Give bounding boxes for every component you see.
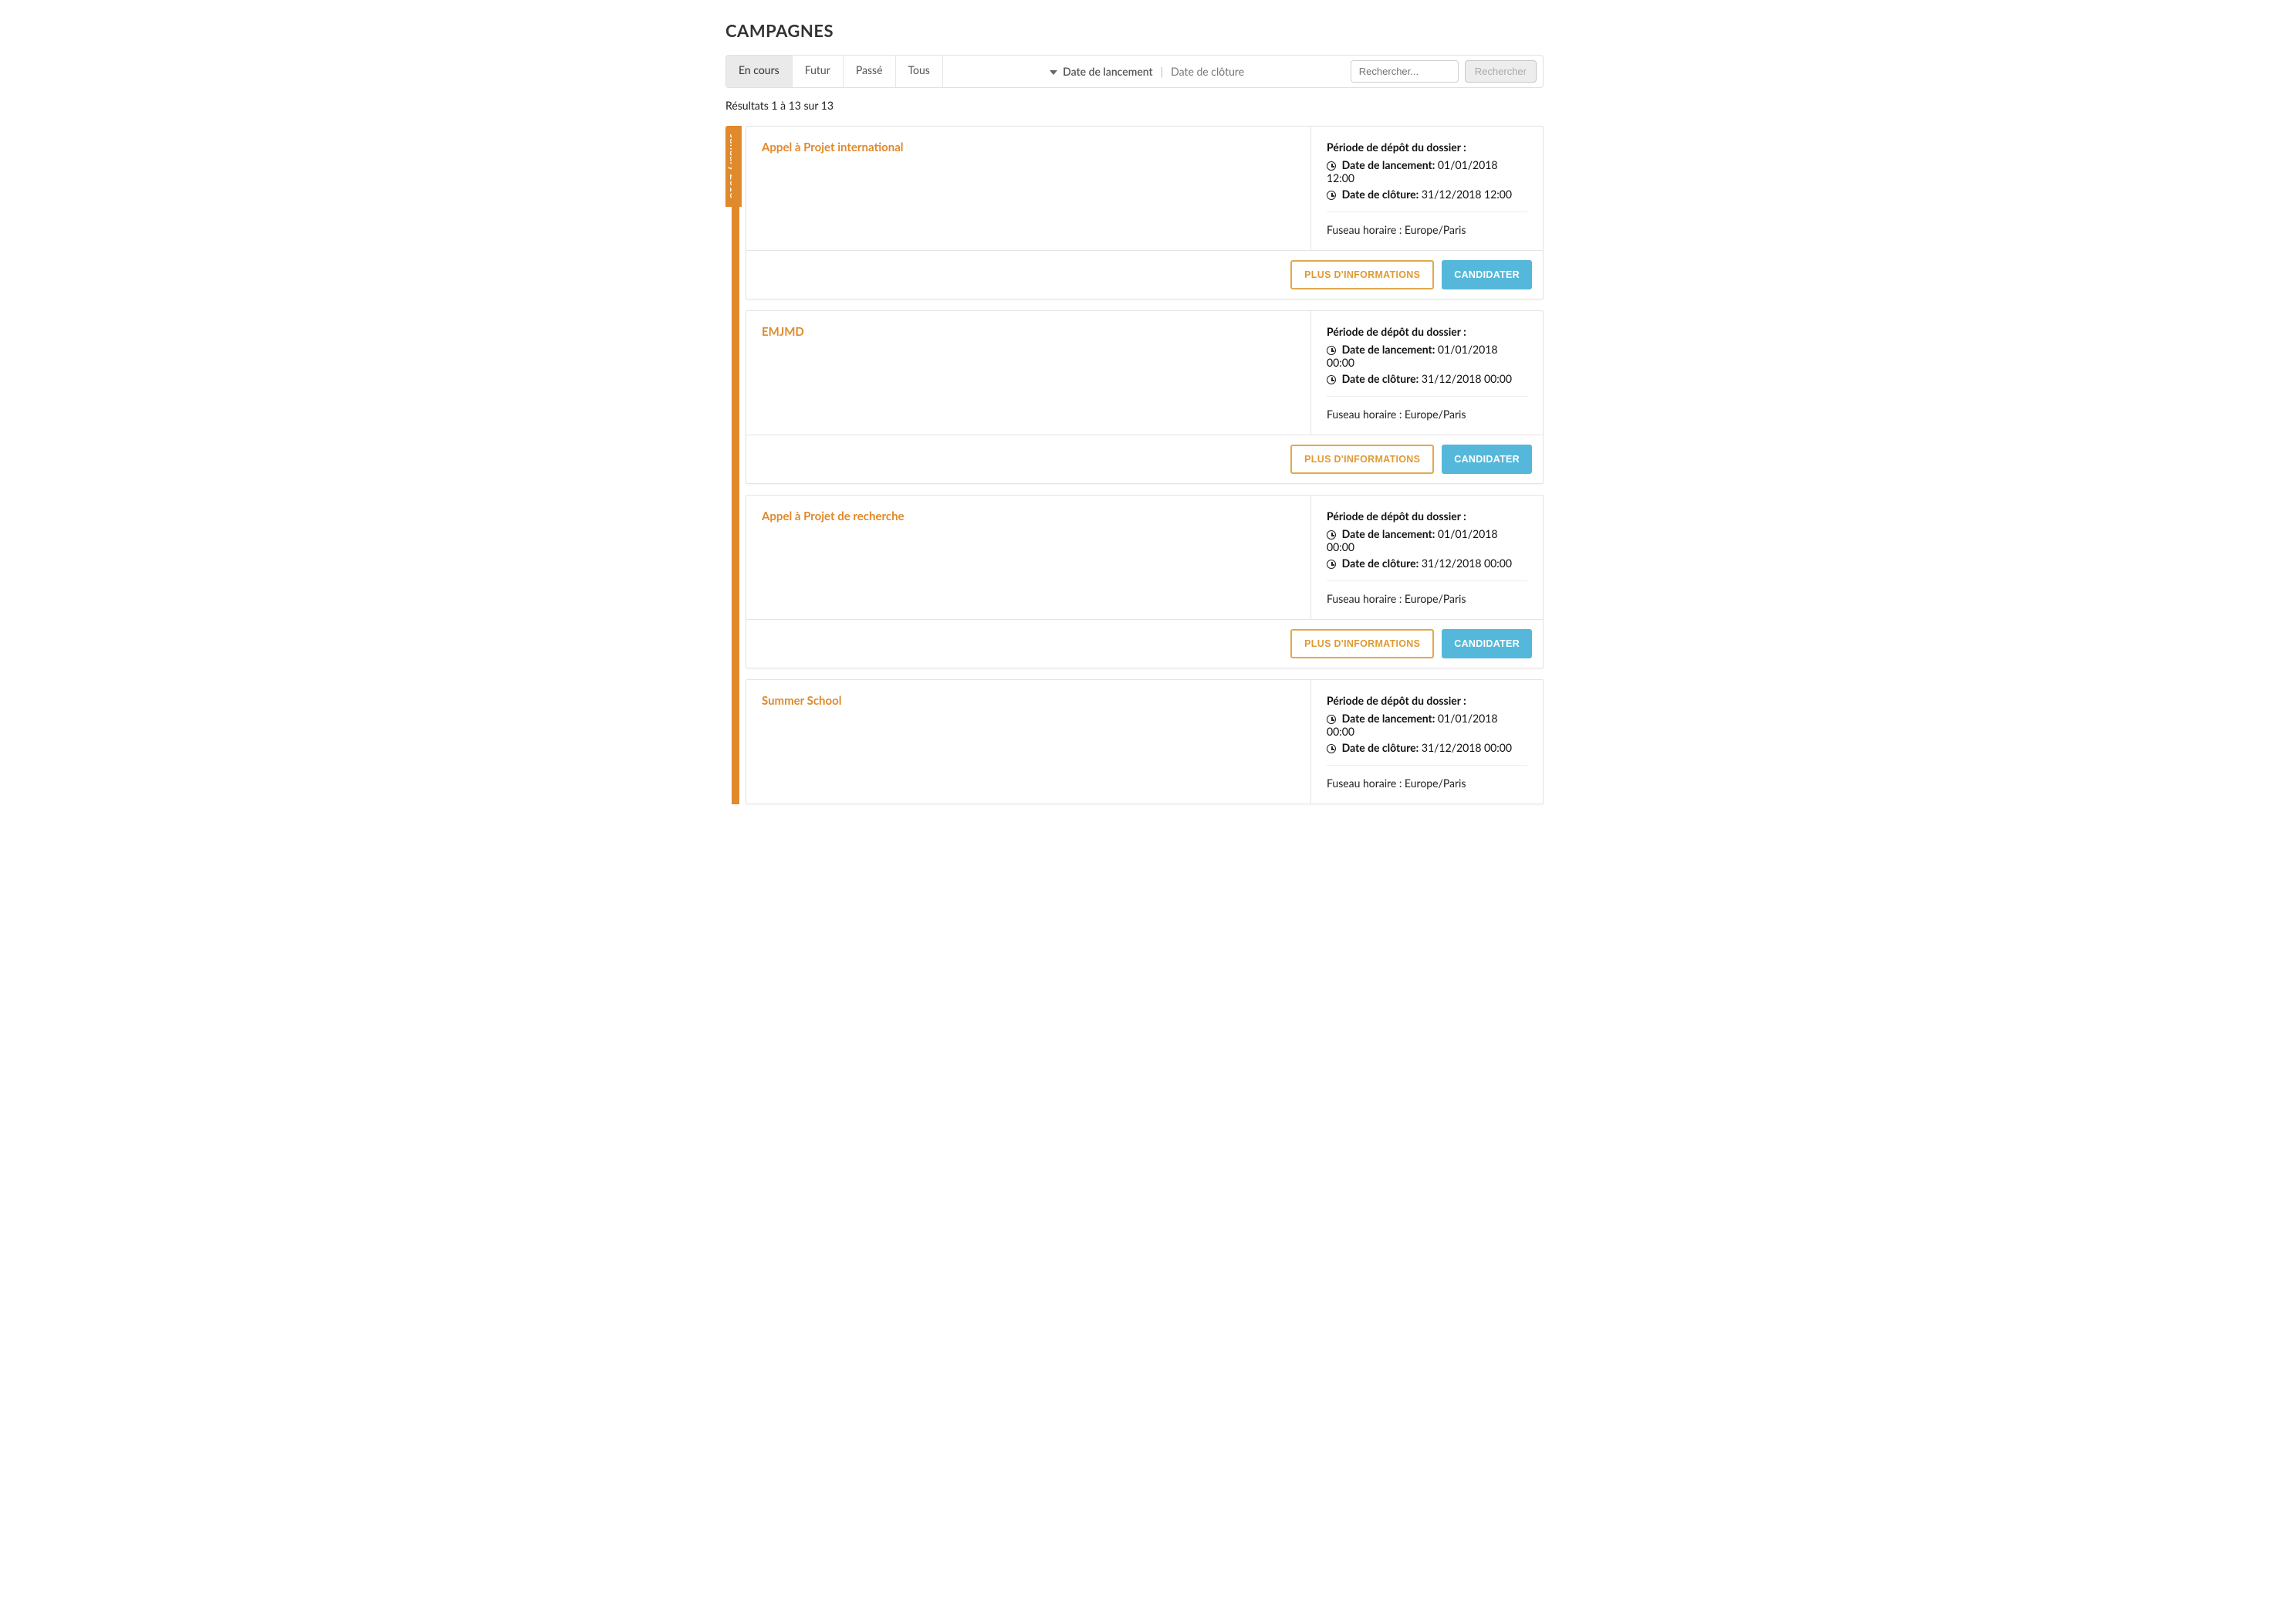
search-button[interactable]: Rechercher xyxy=(1465,60,1537,83)
close-date-value: 31/12/2018 12:00 xyxy=(1422,188,1512,201)
campaign-card: Appel à Projet de recherche Période de d… xyxy=(746,495,1544,668)
timezone-row: Fuseau horaire : Europe/Paris xyxy=(1327,223,1527,236)
sort-divider: | xyxy=(1159,65,1165,78)
campaign-card-info: Période de dépôt du dossier : Date de la… xyxy=(1311,127,1543,250)
campaign-title[interactable]: Summer School xyxy=(762,694,1295,708)
launch-date-label: Date de lancement: xyxy=(1342,343,1435,356)
sort-controls: Date de lancement | Date de clôture xyxy=(943,56,1351,87)
launch-date-label: Date de lancement: xyxy=(1342,712,1435,725)
campaign-title[interactable]: EMJMD xyxy=(762,325,1295,339)
sort-close[interactable]: Date de clôture xyxy=(1171,65,1244,78)
search-area: Rechercher xyxy=(1351,56,1543,87)
more-info-button[interactable]: PLUS D'INFORMATIONS xyxy=(1290,629,1434,658)
timezone-row: Fuseau horaire : Europe/Paris xyxy=(1327,776,1527,790)
campaign-title[interactable]: Appel à Projet de recherche xyxy=(762,509,1295,523)
campaign-title[interactable]: Appel à Projet international xyxy=(762,140,1295,154)
launch-date-label: Date de lancement: xyxy=(1342,158,1435,171)
page-title: CAMPAGNES xyxy=(725,20,1544,41)
clock-icon xyxy=(1327,346,1336,355)
campaign-card-main: Appel à Projet international xyxy=(746,127,1311,250)
timezone-label: Fuseau horaire : xyxy=(1327,408,1405,421)
chevron-down-icon xyxy=(1050,70,1057,75)
campaign-card-main: Appel à Projet de recherche xyxy=(746,496,1311,619)
campaign-card-actions: PLUS D'INFORMATIONS CANDIDATER xyxy=(746,435,1543,483)
timezone-row: Fuseau horaire : Europe/Paris xyxy=(1327,592,1527,605)
period-header: Période de dépôt du dossier : xyxy=(1327,140,1527,154)
tab-passe[interactable]: Passé xyxy=(844,56,896,87)
period-header: Période de dépôt du dossier : xyxy=(1327,509,1527,523)
clock-icon xyxy=(1327,715,1336,724)
campaign-card: Appel à Projet international Période de … xyxy=(746,126,1544,299)
timezone-value: Europe/Paris xyxy=(1405,592,1466,605)
close-date-label: Date de clôture: xyxy=(1342,372,1419,385)
launch-date-row: Date de lancement: 01/01/2018 00:00 xyxy=(1327,712,1527,738)
sort-launch[interactable]: Date de lancement xyxy=(1050,65,1153,78)
timezone-row: Fuseau horaire : Europe/Paris xyxy=(1327,408,1527,421)
period-header: Période de dépôt du dossier : xyxy=(1327,325,1527,338)
campaign-card-main: EMJMD xyxy=(746,311,1311,435)
launch-date-row: Date de lancement: 01/01/2018 00:00 xyxy=(1327,343,1527,369)
tab-en-cours[interactable]: En cours xyxy=(726,56,793,87)
launch-date-row: Date de lancement: 01/01/2018 12:00 xyxy=(1327,158,1527,184)
launch-date-label: Date de lancement: xyxy=(1342,527,1435,540)
more-info-button[interactable]: PLUS D'INFORMATIONS xyxy=(1290,260,1434,289)
timezone-label: Fuseau horaire : xyxy=(1327,776,1405,790)
campaign-card: EMJMD Période de dépôt du dossier : Date… xyxy=(746,310,1544,484)
clock-icon xyxy=(1327,161,1336,171)
apply-button[interactable]: CANDIDATER xyxy=(1442,445,1532,474)
campaign-list: Appel à Projet international Période de … xyxy=(746,126,1544,804)
close-date-row: Date de clôture: 31/12/2018 00:00 xyxy=(1327,741,1527,754)
info-divider xyxy=(1327,211,1527,212)
period-header: Période de dépôt du dossier : xyxy=(1327,694,1527,707)
clock-icon xyxy=(1327,560,1336,569)
close-date-value: 31/12/2018 00:00 xyxy=(1422,741,1512,754)
timezone-value: Europe/Paris xyxy=(1405,223,1466,236)
apply-button[interactable]: CANDIDATER xyxy=(1442,629,1532,658)
campaign-card-info: Période de dépôt du dossier : Date de la… xyxy=(1311,496,1543,619)
info-divider xyxy=(1327,396,1527,397)
close-date-label: Date de clôture: xyxy=(1342,188,1419,201)
more-info-button[interactable]: PLUS D'INFORMATIONS xyxy=(1290,445,1434,474)
campaign-timeline: January 2018 Appel à Projet internationa… xyxy=(725,126,1544,804)
close-date-value: 31/12/2018 00:00 xyxy=(1422,372,1512,385)
tab-tous[interactable]: Tous xyxy=(896,56,943,87)
clock-icon xyxy=(1327,530,1336,540)
info-divider xyxy=(1327,580,1527,581)
campaign-card-info: Période de dépôt du dossier : Date de la… xyxy=(1311,680,1543,804)
info-divider xyxy=(1327,765,1527,766)
close-date-row: Date de clôture: 31/12/2018 00:00 xyxy=(1327,557,1527,570)
search-input[interactable] xyxy=(1351,60,1459,83)
clock-icon xyxy=(1327,191,1336,200)
close-date-label: Date de clôture: xyxy=(1342,557,1419,570)
status-tabs: En cours Futur Passé Tous xyxy=(726,56,943,87)
close-date-value: 31/12/2018 00:00 xyxy=(1422,557,1512,570)
apply-button[interactable]: CANDIDATER xyxy=(1442,260,1532,289)
timezone-value: Europe/Paris xyxy=(1405,776,1466,790)
timezone-label: Fuseau horaire : xyxy=(1327,592,1405,605)
timezone-label: Fuseau horaire : xyxy=(1327,223,1405,236)
timezone-value: Europe/Paris xyxy=(1405,408,1466,421)
campaign-card-info: Période de dépôt du dossier : Date de la… xyxy=(1311,311,1543,435)
sort-launch-label: Date de lancement xyxy=(1063,65,1152,78)
close-date-row: Date de clôture: 31/12/2018 12:00 xyxy=(1327,188,1527,201)
close-date-label: Date de clôture: xyxy=(1342,741,1419,754)
month-bar xyxy=(732,126,739,804)
month-sidebar: January 2018 xyxy=(725,126,746,804)
campaign-card-main: Summer School xyxy=(746,680,1311,804)
filter-toolbar: En cours Futur Passé Tous Date de lancem… xyxy=(725,55,1544,88)
campaign-card-actions: PLUS D'INFORMATIONS CANDIDATER xyxy=(746,250,1543,299)
clock-icon xyxy=(1327,744,1336,753)
results-count: Résultats 1 à 13 sur 13 xyxy=(725,99,1544,112)
launch-date-row: Date de lancement: 01/01/2018 00:00 xyxy=(1327,527,1527,553)
close-date-row: Date de clôture: 31/12/2018 00:00 xyxy=(1327,372,1527,385)
campaign-card: Summer School Période de dépôt du dossie… xyxy=(746,679,1544,804)
campaign-card-actions: PLUS D'INFORMATIONS CANDIDATER xyxy=(746,619,1543,668)
tab-futur[interactable]: Futur xyxy=(793,56,844,87)
clock-icon xyxy=(1327,375,1336,384)
